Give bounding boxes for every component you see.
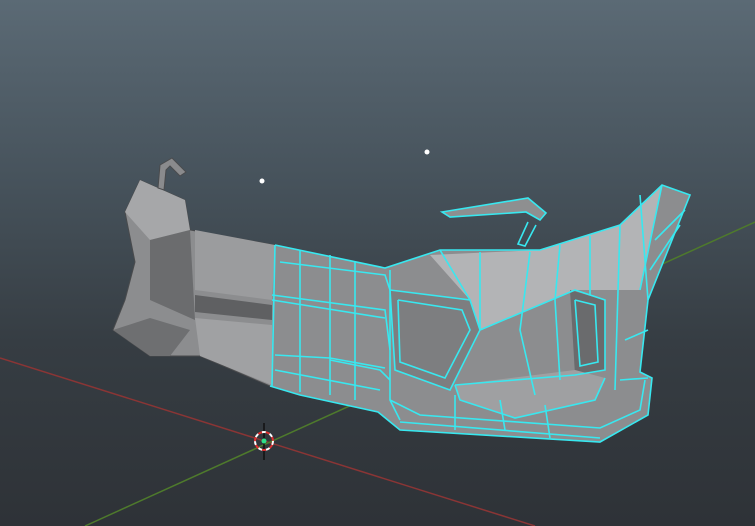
3d-viewport[interactable] bbox=[0, 0, 755, 526]
bumper-mesh[interactable] bbox=[112, 157, 692, 443]
light-icon[interactable] bbox=[424, 149, 430, 155]
viewport-scene[interactable] bbox=[0, 0, 755, 526]
empty-icon[interactable] bbox=[259, 178, 265, 184]
